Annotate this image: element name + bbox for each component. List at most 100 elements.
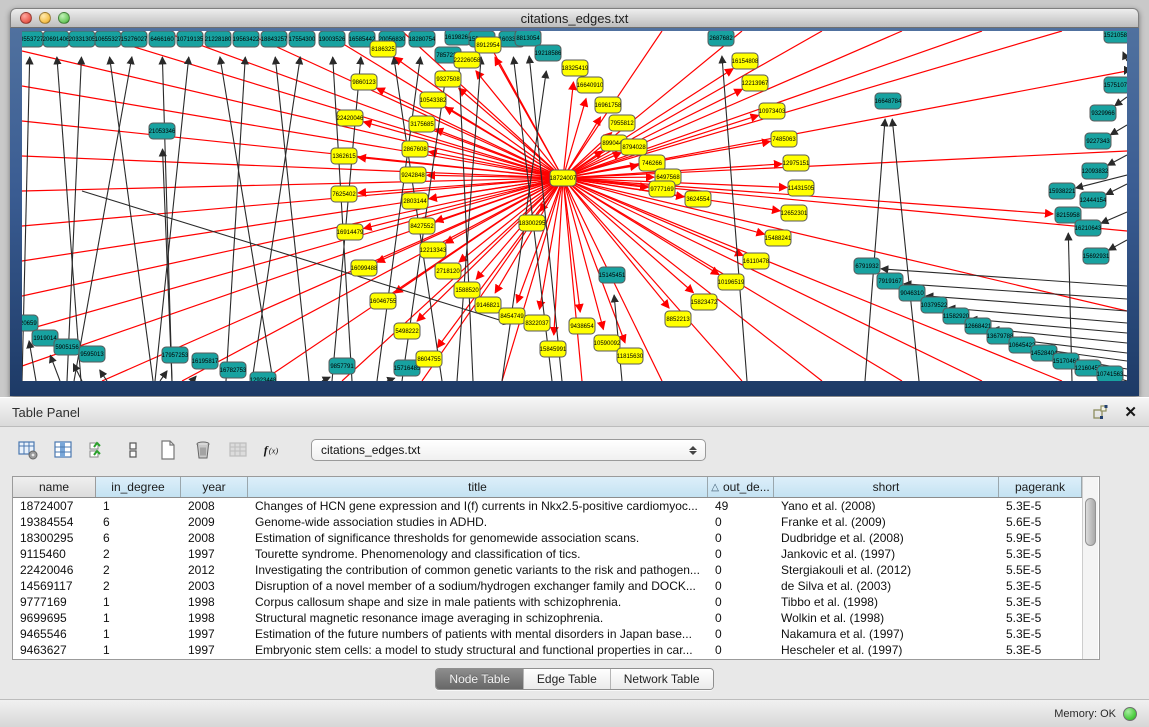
graph-node[interactable]: 10973403 (759, 103, 786, 119)
graph-node[interactable]: 2687682 (708, 31, 734, 46)
tab-network-table[interactable]: Network Table (610, 669, 713, 689)
graph-node[interactable]: 12213967 (742, 75, 769, 91)
graph-node[interactable]: 16648784 (875, 93, 902, 109)
table-row[interactable]: 946554611997Estimation of the future num… (13, 626, 1082, 642)
graph-node[interactable]: 16195817 (192, 353, 219, 369)
graph-node[interactable]: 9327508 (435, 71, 461, 87)
graph-node[interactable]: 15751074 (1104, 77, 1127, 93)
graph-node[interactable]: 2803144 (402, 193, 428, 209)
graph-node[interactable]: 8322037 (524, 315, 550, 331)
row-pair-icon[interactable] (122, 439, 144, 461)
graph-node[interactable]: 9146821 (475, 297, 501, 313)
table-row[interactable]: 911546021997Tourette syndrome. Phenomeno… (13, 546, 1082, 562)
graph-node[interactable]: 17957253 (162, 347, 189, 363)
graph-node[interactable]: 11431505 (788, 180, 815, 196)
graph-node[interactable]: 15276027 (121, 31, 148, 47)
graph-node[interactable]: 22420046 (337, 110, 364, 126)
graph-node[interactable]: 8813054 (515, 31, 541, 46)
graph-node[interactable]: 8186325 (370, 41, 396, 57)
graph-node[interactable]: 9438654 (569, 318, 595, 334)
graph-node[interactable]: 8852213 (665, 311, 691, 327)
graph-node[interactable]: 18325419 (562, 60, 589, 76)
graph-node[interactable]: 16640910 (577, 77, 604, 93)
graph-node[interactable]: 8427552 (409, 218, 435, 234)
graph-node[interactable]: 9777169 (649, 181, 675, 197)
graph-node[interactable]: 15845991 (540, 341, 567, 357)
table-row[interactable]: 1830029562008Estimation of significance … (13, 530, 1082, 546)
graph-node[interactable]: 19218586 (535, 45, 562, 61)
column-header-year[interactable]: year (181, 477, 248, 497)
table-row[interactable]: 946362711997Embryonic stem cells: a mode… (13, 642, 1082, 658)
new-document-icon[interactable] (157, 439, 179, 461)
graph-node[interactable]: 20553727 (22, 31, 44, 47)
graph-node[interactable]: 18724007 (550, 170, 577, 186)
window-titlebar[interactable]: citations_edges.txt (10, 8, 1139, 28)
graph-node[interactable]: 16099488 (351, 260, 378, 276)
graph-node[interactable]: 12975151 (783, 155, 810, 171)
graph-node[interactable]: 9227343 (1085, 133, 1111, 149)
graph-node[interactable]: 18280754 (409, 31, 436, 47)
column-header-in-degree[interactable]: in_degree (96, 477, 181, 497)
graph-node[interactable]: 15488241 (765, 230, 792, 246)
graph-node[interactable]: 18843257 (261, 31, 288, 47)
graph-node[interactable]: 12923448 (250, 372, 277, 381)
table-settings-icon[interactable] (17, 439, 39, 461)
table-row[interactable]: 1938455462009Genome-wide association stu… (13, 514, 1082, 530)
graph-node[interactable]: 6791932 (854, 258, 880, 274)
graph-node[interactable]: 2718120 (435, 263, 461, 279)
graph-node[interactable]: 15692931 (1083, 248, 1110, 264)
graph-node[interactable]: 6466160 (149, 31, 175, 47)
graph-node[interactable]: 9329966 (1090, 105, 1116, 121)
graph-node[interactable]: 11815630 (617, 348, 644, 364)
graph-node[interactable]: 19563422 (233, 31, 260, 47)
zoom-window-button[interactable] (58, 12, 70, 24)
table-row[interactable]: 1872400712008Changes of HCN gene express… (13, 498, 1082, 514)
graph-node[interactable]: 16210643 (1075, 220, 1102, 236)
graph-node[interactable]: 10655327 (95, 31, 122, 47)
close-window-button[interactable] (20, 12, 32, 24)
graph-node[interactable]: 9242848 (400, 167, 426, 183)
graph-node[interactable]: 10741563 (1097, 366, 1124, 381)
graph-node[interactable]: 12093832 (1082, 163, 1109, 179)
function-icon[interactable]: f (x) (262, 439, 284, 461)
graph-node[interactable]: 7919167 (877, 273, 903, 289)
graph-node[interactable]: 21053346 (149, 123, 176, 139)
graph-node[interactable]: 10543382 (420, 92, 447, 108)
graph-node[interactable]: 16110478 (743, 253, 770, 269)
graph-node[interactable]: 12652301 (781, 205, 808, 221)
graph-node[interactable]: 7625402 (331, 186, 357, 202)
graph-node[interactable]: 2620659 (22, 315, 38, 331)
graph-node[interactable]: 17554300 (289, 31, 316, 47)
graph-node[interactable]: 8604755 (416, 351, 442, 367)
column-header-short[interactable]: short (774, 477, 999, 497)
network-canvas[interactable]: 2055372720691406203313051065532715276027… (22, 31, 1127, 381)
scrollbar-thumb[interactable] (1085, 498, 1096, 546)
graph-node[interactable]: 2867608 (402, 141, 428, 157)
graph-node[interactable]: 18300295 (519, 215, 546, 231)
close-panel-icon[interactable]: ✕ (1124, 405, 1137, 420)
graph-node[interactable]: 7955812 (609, 115, 635, 131)
graph-node[interactable]: 16046755 (370, 293, 397, 309)
graph-node[interactable]: 8794028 (621, 139, 647, 155)
graph-node[interactable]: 16914479 (337, 224, 364, 240)
graph-node[interactable]: 1588520 (454, 282, 480, 298)
minimize-window-button[interactable] (39, 12, 51, 24)
graph-node[interactable]: 5498222 (394, 323, 420, 339)
graph-node[interactable]: 15210584 (1104, 31, 1127, 43)
graph-node[interactable]: 9046310 (899, 285, 925, 301)
graph-node[interactable]: 1362615 (331, 148, 357, 164)
select-rows-icon[interactable] (87, 439, 109, 461)
graph-node[interactable]: 15938221 (1049, 183, 1076, 199)
graph-node[interactable]: 9857791 (329, 358, 355, 374)
graph-node[interactable]: 20331305 (69, 31, 96, 47)
graph-node[interactable]: 9595013 (79, 346, 105, 362)
column-header-pagerank[interactable]: pagerank (999, 477, 1082, 497)
graph-node[interactable]: 10719135 (177, 31, 204, 47)
memory-ok-indicator[interactable] (1123, 707, 1137, 721)
graph-node[interactable]: 9860123 (351, 74, 377, 90)
column-header-name[interactable]: name (13, 477, 96, 497)
graph-node[interactable]: 21228180 (205, 31, 232, 47)
table-select-dropdown[interactable]: citations_edges.txt (311, 439, 706, 461)
graph-node[interactable]: 15145451 (599, 267, 626, 283)
table-row[interactable]: 1456911722003Disruption of a novel membe… (13, 578, 1082, 594)
